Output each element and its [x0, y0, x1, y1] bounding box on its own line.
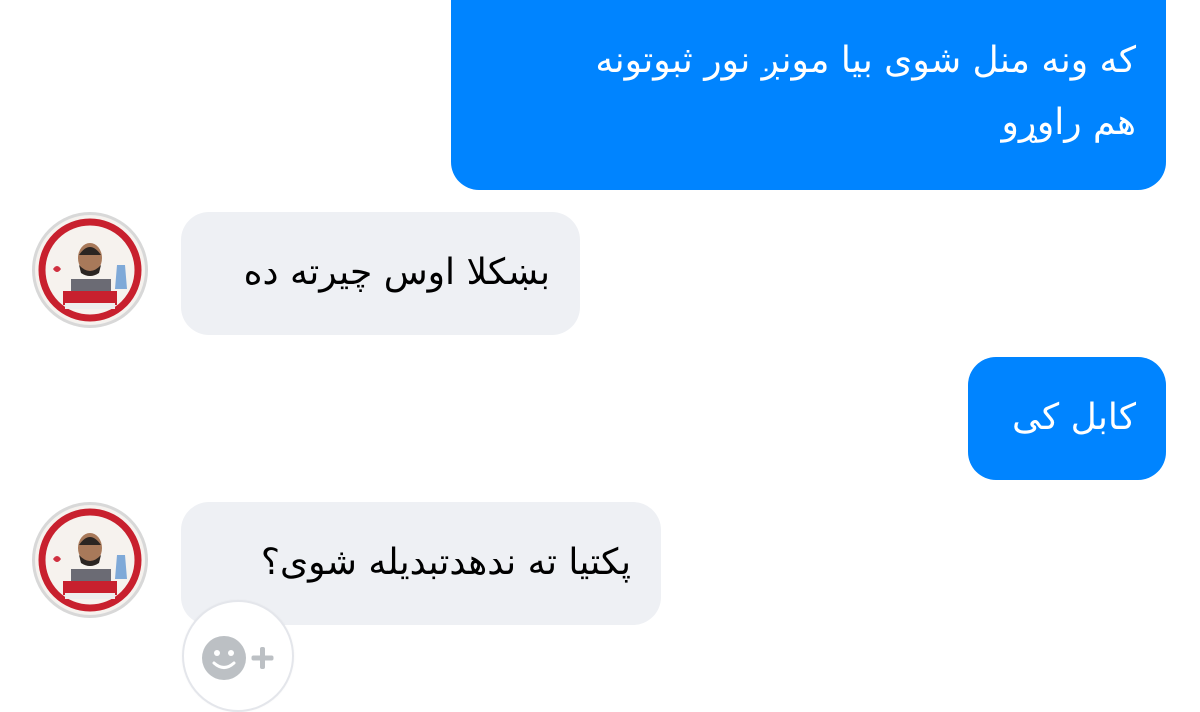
avatar-image	[36, 216, 144, 324]
message-text: بښکلا اوس چیرته ده	[243, 252, 550, 293]
message-bubble-incoming[interactable]: بښکلا اوس چیرته ده	[181, 212, 580, 335]
message-bubble-outgoing[interactable]: کابل کی	[968, 357, 1166, 480]
message-text: پکتیا ته ندهدتبدیله شوی؟	[260, 542, 631, 583]
add-reaction-button[interactable]	[182, 600, 294, 712]
message-text: که ونه منل شوی بیا مونږ نور ثبوتونه	[595, 40, 1136, 81]
avatar-image	[36, 506, 144, 614]
contact-avatar[interactable]	[32, 502, 148, 618]
message-bubble-outgoing[interactable]: که ونه منل شوی بیا مونږ نور ثبوتونه هم ر…	[451, 0, 1166, 190]
message-text: کابل کی	[1012, 397, 1136, 438]
contact-avatar[interactable]	[32, 212, 148, 328]
smiley-add-icon	[202, 636, 274, 680]
message-text: هم راوړو	[1001, 102, 1136, 143]
